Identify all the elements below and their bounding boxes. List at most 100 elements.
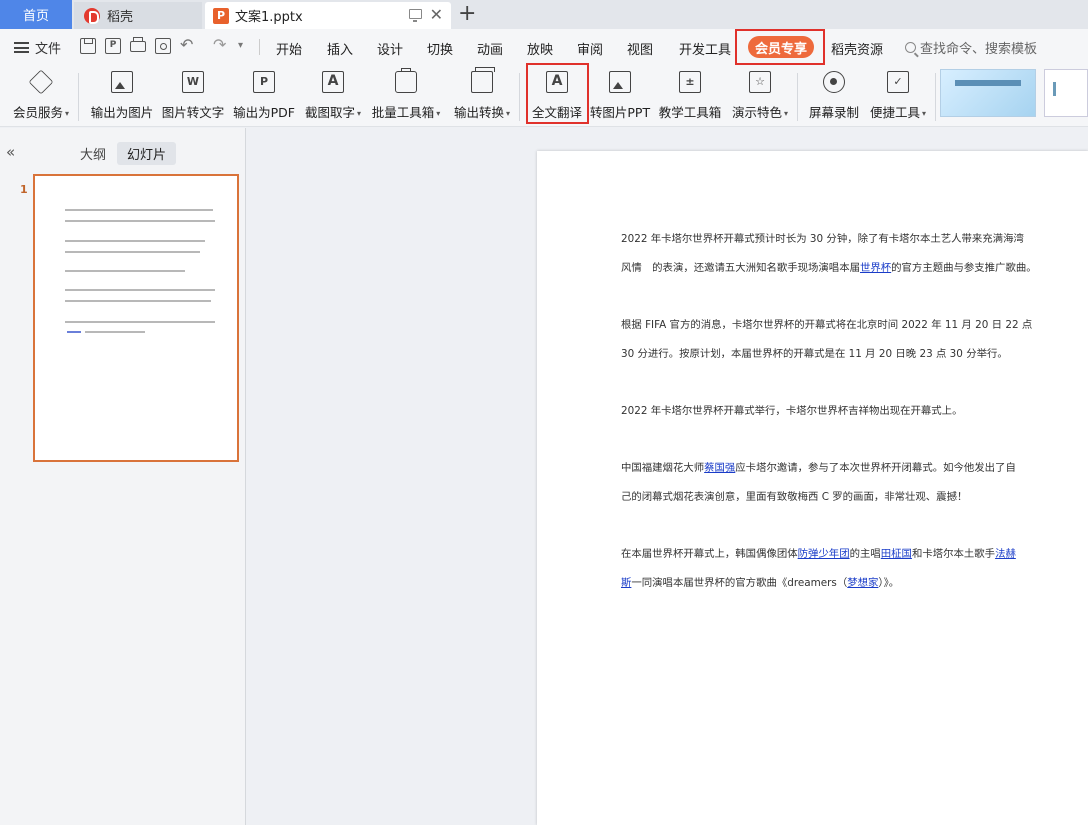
collapse-panel-icon[interactable]: « <box>6 143 15 161</box>
pdf-export-icon: P <box>253 71 275 93</box>
text-line: 30 分进行。按原计划，本届世界杯的开幕式是在 11 月 20 日晚 23 点 … <box>621 348 1008 360</box>
thumbnail-text-line <box>85 331 145 333</box>
menu-slideshow[interactable]: 放映 <box>527 39 553 58</box>
tab-slides[interactable]: 幻灯片 <box>117 142 177 165</box>
screenshot-text-label: 截图取字 <box>304 105 355 120</box>
template-thumbnail[interactable] <box>940 69 1036 117</box>
menu-insert[interactable]: 插入 <box>327 39 353 58</box>
screen-record-icon <box>823 71 845 93</box>
highlight-box-member <box>735 29 825 65</box>
text-line: 己的闭幕式烟花表演创意，里面有致敬梅西 C 罗的画面，非常壮观、震撼！ <box>621 491 968 503</box>
output-convert-label: 输出转换 <box>453 105 504 120</box>
screenshot-text-icon: A <box>322 71 344 93</box>
paragraph: 2022 年卡塔尔世界杯开幕式预计时长为 30 分钟，除了有卡塔尔本土艺人带来充… <box>621 225 1037 283</box>
image-to-text-icon: W <box>182 71 204 93</box>
screen-record-button[interactable]: 屏幕录制 <box>806 69 862 123</box>
export-image-button[interactable]: 输出为图片 <box>90 69 154 123</box>
menu-review[interactable]: 审阅 <box>577 39 603 58</box>
tab-document-label: 文案1.pptx <box>235 10 303 25</box>
close-icon[interactable]: ✕ <box>430 7 443 23</box>
ribbon-separator <box>519 73 520 121</box>
text-span: 风情 的表演，还邀请五大洲知名歌手现场演唱本届 <box>621 262 860 274</box>
command-search-placeholder: 查找命令、搜索模板 <box>920 42 1038 57</box>
paragraph: 中国福建烟花大师蔡国强应卡塔尔邀请，参与了本次世界杯开闭幕式。如今他发出了自 己… <box>621 454 1031 512</box>
thumbnail-text-line <box>65 251 200 253</box>
ribbon-separator <box>78 73 79 121</box>
slide-number: 1 <box>20 183 28 196</box>
tab-outline[interactable]: 大纲 <box>70 142 116 165</box>
quick-tools-label: 便捷工具 <box>869 105 920 120</box>
tab-home[interactable]: 首页 <box>0 0 72 29</box>
screenshot-text-button[interactable]: A 截图取字 ▾ <box>302 69 364 123</box>
undo-icon[interactable]: ↶ <box>180 35 196 54</box>
menu-transition[interactable]: 切换 <box>427 39 453 58</box>
text-span: 一同演唱本届世界杯的官方歌曲《dreamers（ <box>631 577 848 589</box>
output-convert-button[interactable]: 输出转换 ▾ <box>451 67 513 123</box>
thumbnail-text-line <box>65 321 215 323</box>
menu-daoke-resources[interactable]: 稻壳资源 <box>831 39 883 58</box>
text-line: 中国福建烟花大师蔡国强应卡塔尔邀请，参与了本次世界杯开闭幕式。如今他发出了自 <box>621 454 1031 483</box>
thumbnail-text-line <box>65 240 205 242</box>
menu-developer[interactable]: 开发工具 <box>679 39 731 58</box>
text-line: 2022 年卡塔尔世界杯开幕式举行，卡塔尔世界杯吉祥物出现在开幕式上。 <box>621 405 963 417</box>
quick-tools-button[interactable]: ✓ 便捷工具 ▾ <box>867 69 929 123</box>
command-search[interactable]: 查找命令、搜索模板 <box>905 38 1037 57</box>
teaching-toolbox-label: 教学工具箱 <box>658 105 722 120</box>
hyperlink[interactable]: 法赫 <box>995 548 1016 560</box>
daoke-logo-icon <box>84 7 100 24</box>
monitor-icon[interactable] <box>408 9 422 22</box>
export-icon[interactable]: P <box>105 38 121 54</box>
slide-page[interactable]: 2022 年卡塔尔世界杯开幕式预计时长为 30 分钟，除了有卡塔尔本土艺人带来充… <box>537 151 1088 825</box>
paragraph: 2022 年卡塔尔世界杯开幕式举行，卡塔尔世界杯吉祥物出现在开幕式上。 <box>621 397 1031 426</box>
print-icon[interactable] <box>130 37 146 52</box>
menu-animation[interactable]: 动画 <box>477 39 503 58</box>
tab-daoke[interactable]: 稻壳 <box>74 2 202 29</box>
teaching-toolbox-button[interactable]: ± 教学工具箱 <box>659 69 721 123</box>
image-ppt-label: 转图片PPT <box>589 105 651 120</box>
image-ppt-icon <box>609 71 631 93</box>
hyperlink[interactable]: 世界杯 <box>860 262 891 274</box>
redo-icon[interactable]: ↷ <box>213 35 229 54</box>
convert-icon <box>471 67 495 93</box>
menu-view[interactable]: 视图 <box>627 39 653 58</box>
image-to-text-label: 图片转文字 <box>161 105 225 120</box>
text-line: 2022 年卡塔尔世界杯开幕式预计时长为 30 分钟，除了有卡塔尔本土艺人带来充… <box>621 233 1024 245</box>
hyperlink[interactable]: 田柾国 <box>881 548 912 560</box>
menu-start[interactable]: 开始 <box>276 39 302 58</box>
file-menu[interactable]: 文件 <box>14 38 61 57</box>
hyperlink[interactable]: 斯 <box>621 577 631 589</box>
member-service-button[interactable]: 会员服务 ▾ <box>12 69 70 123</box>
teaching-toolbox-icon: ± <box>679 71 701 93</box>
editing-canvas: 2022 年卡塔尔世界杯开幕式预计时长为 30 分钟，除了有卡塔尔本土艺人带来充… <box>247 128 1088 825</box>
export-pdf-label: 输出为PDF <box>233 105 295 120</box>
text-span: 应卡塔尔邀请，参与了本次世界杯开闭幕式。如今他发出了自 <box>735 462 1016 474</box>
menu-design[interactable]: 设计 <box>377 39 403 58</box>
hyperlink[interactable]: 防弹少年团 <box>798 548 850 560</box>
hyperlink[interactable]: 梦想家 <box>847 577 878 589</box>
toolbox-icon <box>395 68 417 93</box>
add-tab-icon[interactable]: + <box>458 1 476 27</box>
print-preview-icon[interactable] <box>155 38 171 54</box>
hyperlink[interactable]: 蔡国强 <box>704 462 735 474</box>
template-thumbnail[interactable] <box>1044 69 1088 117</box>
ribbon-separator <box>935 73 936 121</box>
image-to-text-button[interactable]: W 图片转文字 <box>161 69 225 123</box>
presentation-feature-button[interactable]: ☆ 演示特色 ▾ <box>730 69 790 123</box>
export-pdf-button[interactable]: P 输出为PDF <box>232 69 296 123</box>
image-ppt-button[interactable]: 转图片PPT <box>590 69 650 123</box>
thumbnail-text-line <box>65 209 213 211</box>
tab-home-label: 首页 <box>22 9 49 24</box>
ribbon-separator <box>797 73 798 121</box>
text-span: 和卡塔尔本土歌手 <box>911 548 996 560</box>
save-icon[interactable] <box>80 38 96 54</box>
slide-thumbnail[interactable] <box>33 174 239 462</box>
quick-access-more-icon[interactable]: ▾ <box>238 40 254 56</box>
search-icon <box>905 42 916 53</box>
text-line: 根据 FIFA 官方的消息，卡塔尔世界杯的开幕式将在北京时间 2022 年 11… <box>621 319 1033 331</box>
batch-toolbox-label: 批量工具箱 <box>371 105 435 120</box>
slide-text-box[interactable]: 2022 年卡塔尔世界杯开幕式预计时长为 30 分钟，除了有卡塔尔本土艺人带来充… <box>621 225 1037 626</box>
image-export-icon <box>111 71 133 93</box>
tab-document[interactable]: P 文案1.pptx ✕ <box>205 2 451 29</box>
tab-daoke-label: 稻壳 <box>107 10 134 25</box>
batch-toolbox-button[interactable]: 批量工具箱 ▾ <box>370 68 442 123</box>
